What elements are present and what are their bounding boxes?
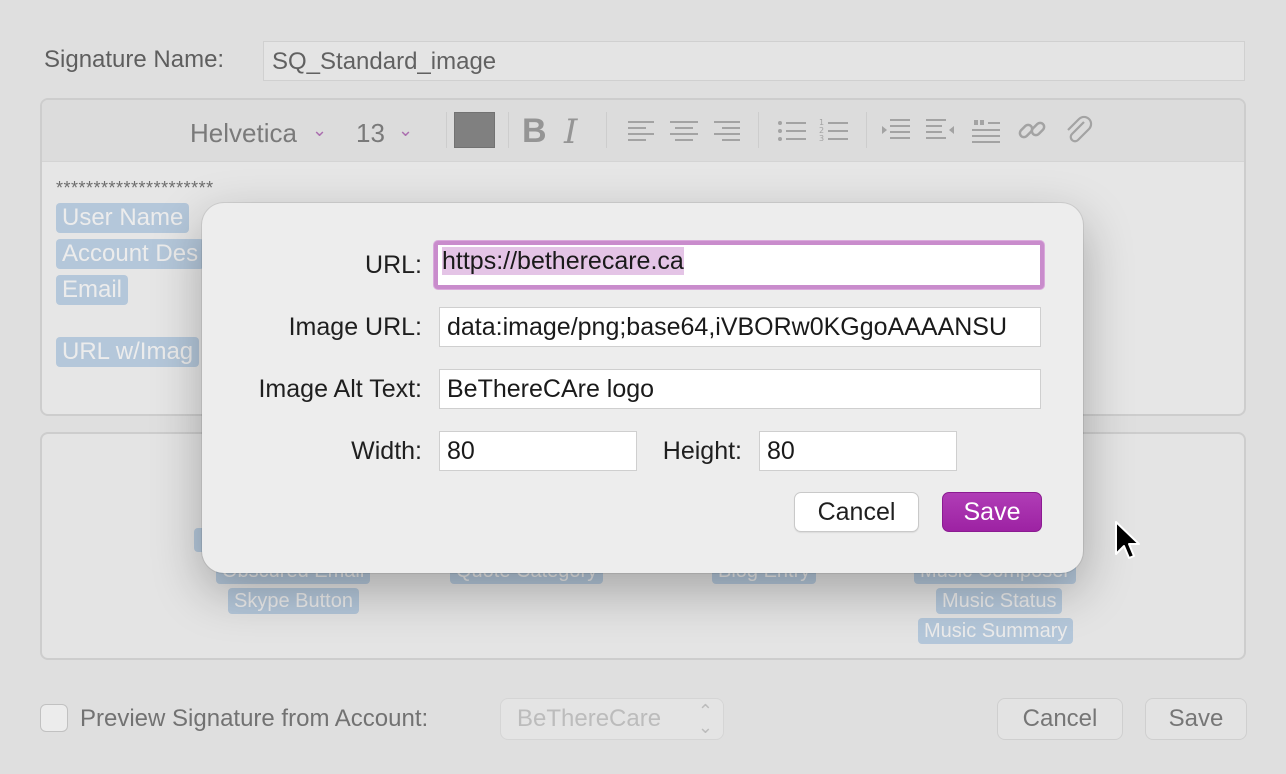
image-alt-text-label: Image Alt Text: (258, 375, 422, 403)
edit-link-dialog: URL: https://betherecare.ca Image URL: d… (202, 203, 1083, 573)
image-url-input[interactable]: data:image/png;base64,iVBORw0KGgoAAAANSU (439, 307, 1041, 347)
image-alt-text-input[interactable]: BeThereCAre logo (439, 369, 1041, 409)
dialog-save-button[interactable]: Save (942, 492, 1042, 532)
url-label: URL: (365, 251, 422, 279)
dialog-cancel-button[interactable]: Cancel (794, 492, 919, 532)
width-label: Width: (351, 437, 422, 465)
height-label: Height: (662, 437, 742, 465)
width-input[interactable]: 80 (439, 431, 637, 471)
url-input-value: https://betherecare.ca (442, 247, 684, 275)
image-url-label: Image URL: (288, 313, 422, 341)
height-input[interactable]: 80 (759, 431, 957, 471)
mouse-pointer-icon (1115, 521, 1140, 559)
url-input[interactable]: https://betherecare.ca (434, 241, 1044, 289)
